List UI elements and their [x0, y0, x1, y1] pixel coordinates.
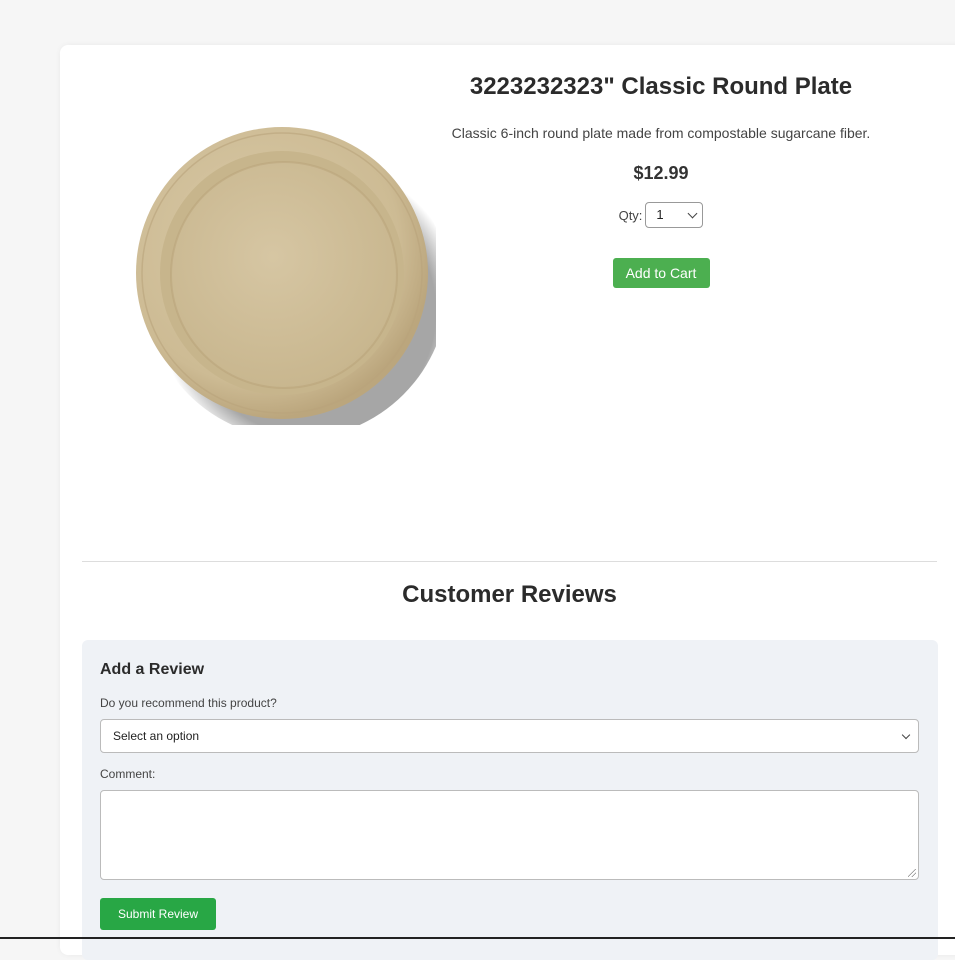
add-review-title: Add a Review — [100, 661, 205, 678]
plate-image-icon — [136, 127, 436, 425]
product-image — [136, 125, 436, 425]
quantity-row: Qty: 1 — [450, 202, 872, 228]
add-to-cart-button[interactable]: Add to Cart — [612, 258, 710, 288]
recommend-label: Do you recommend this product? — [100, 696, 277, 710]
product-description: Classic 6-inch round plate made from com… — [451, 125, 871, 141]
reviews-heading: Customer Reviews — [402, 581, 617, 608]
recommend-select[interactable]: Select an option — [100, 719, 919, 753]
comment-textarea[interactable] — [100, 790, 919, 880]
qty-value: 1 — [656, 207, 664, 222]
submit-review-button[interactable]: Submit Review — [100, 898, 216, 930]
recommend-select-value: Select an option — [113, 729, 200, 743]
add-review-form: Add a Review Do you recommend this produ… — [82, 640, 938, 960]
product-title: 3223232323" Classic Round Plate — [469, 73, 853, 100]
section-divider — [82, 561, 937, 562]
product-card: 3223232323" Classic Round Plate Classic … — [60, 45, 955, 960]
chevron-down-icon — [901, 730, 911, 740]
qty-label: Qty: — [618, 207, 643, 223]
quantity-select[interactable]: 1 — [645, 202, 704, 228]
resize-grip-icon[interactable] — [908, 869, 916, 877]
chevron-down-icon — [687, 208, 698, 219]
comment-label: Comment: — [100, 767, 156, 781]
product-price: $12.99 — [633, 163, 689, 183]
product-info: 3223232323" Classic Round Plate Classic … — [450, 69, 872, 288]
